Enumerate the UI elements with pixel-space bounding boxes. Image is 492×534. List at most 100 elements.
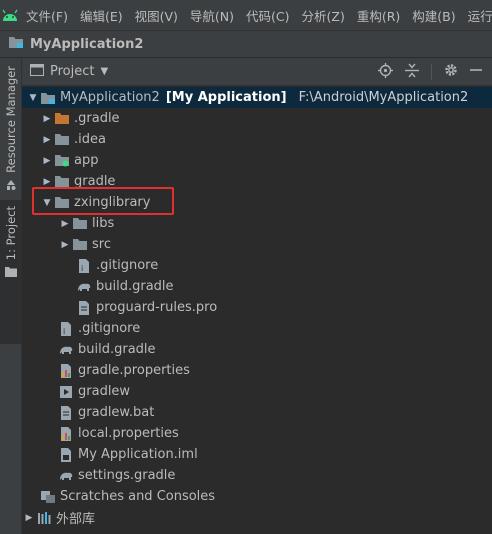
expand-arrow-icon[interactable]: ▼ <box>26 93 40 103</box>
folder-icon <box>72 216 88 232</box>
tree-item-label: 外部库 <box>56 512 96 527</box>
project-folder-icon <box>8 35 24 53</box>
tree-item-label: src <box>92 237 111 252</box>
project-panel: Project ▼ ▼ MyApplication2 [My Applicati… <box>22 58 492 534</box>
tree-item-label: gradlew.bat <box>78 405 155 420</box>
script-file-icon <box>58 384 74 400</box>
project-module-icon <box>40 90 56 106</box>
tree-item-label: gradle <box>74 174 116 189</box>
module-file-icon <box>58 447 74 463</box>
tree-row-gradlew[interactable]: gradlew <box>22 381 492 402</box>
properties-file-icon <box>58 363 74 379</box>
navigation-bar: MyApplication2 <box>0 30 492 58</box>
root-project-path: F:\Android\MyApplication2 <box>298 90 469 105</box>
menu-analyze[interactable]: 分析(Z) <box>296 6 351 25</box>
project-view-icon <box>30 63 44 80</box>
project-tab-label: 1: Project <box>4 206 18 261</box>
header-separator <box>431 64 432 80</box>
tree-item-label: My Application.iml <box>78 447 198 462</box>
svg-text:i: i <box>81 264 83 273</box>
tree-item-label: .gradle <box>74 111 120 126</box>
tree-row-libs[interactable]: ▶ libs <box>22 213 492 234</box>
minimize-icon[interactable] <box>470 63 482 81</box>
menu-navigate[interactable]: 导航(N) <box>184 6 240 25</box>
tree-row-iml[interactable]: My Application.iml <box>22 444 492 465</box>
tree-item-label: zxinglibrary <box>74 195 151 210</box>
tree-row-gradlew-bat[interactable]: gradlew.bat <box>22 402 492 423</box>
ignore-file-icon: i <box>58 321 74 337</box>
tree-item-label: gradlew <box>78 384 131 399</box>
tree-row-external-libraries[interactable]: ▶ 外部库 <box>22 507 492 528</box>
root-module-name: [My Application] <box>165 90 287 105</box>
tree-item-label: app <box>74 153 99 168</box>
app-module-folder-icon <box>54 153 70 169</box>
expand-arrow-icon[interactable]: ▼ <box>40 198 54 208</box>
menu-code[interactable]: 代码(C) <box>240 6 295 25</box>
tree-item-label: local.properties <box>78 426 179 441</box>
gradle-elephant-icon <box>58 342 74 358</box>
tree-item-label: Scratches and Consoles <box>60 489 216 504</box>
chevron-down-icon[interactable]: ▼ <box>100 66 108 77</box>
folder-icon <box>54 174 70 190</box>
tree-item-label: libs <box>92 216 115 231</box>
tree-item-label: .idea <box>74 132 106 147</box>
tree-row-gradle-cache[interactable]: ▶ .gradle <box>22 108 492 129</box>
tree-row-idea[interactable]: ▶ .idea <box>22 129 492 150</box>
ignore-file-icon: i <box>76 258 92 274</box>
locate-icon[interactable] <box>378 62 393 82</box>
tree-item-label: proguard-rules.pro <box>96 300 218 315</box>
project-tool-tab[interactable]: 1: Project <box>0 200 22 344</box>
resource-manager-icon <box>5 179 17 195</box>
android-logo-icon <box>0 0 20 30</box>
left-tool-strip: Resource Manager 1: Project <box>0 58 22 534</box>
expand-arrow-icon[interactable]: ▶ <box>40 156 54 166</box>
gear-icon[interactable] <box>444 63 458 81</box>
folder-icon <box>72 237 88 253</box>
menu-edit[interactable]: 编辑(E) <box>74 6 129 25</box>
orange-folder-icon <box>54 111 70 127</box>
menu-file[interactable]: 文件(F) <box>20 6 74 25</box>
tree-root-row[interactable]: ▼ MyApplication2 [My Application] F:\And… <box>22 87 492 108</box>
properties-file-icon <box>58 426 74 442</box>
tree-row-lib-build-gradle[interactable]: build.gradle <box>22 276 492 297</box>
expand-arrow-icon[interactable]: ▶ <box>22 513 36 523</box>
scratches-icon <box>40 489 56 505</box>
tree-item-label: build.gradle <box>78 342 156 357</box>
library-module-folder-icon <box>54 195 70 211</box>
expand-arrow-icon[interactable]: ▶ <box>40 114 54 124</box>
gradle-elephant-icon <box>58 468 74 484</box>
expand-arrow-icon[interactable]: ▶ <box>58 219 72 229</box>
tree-row-scratches[interactable]: Scratches and Consoles <box>22 486 492 507</box>
tree-row-gradle[interactable]: ▶ gradle <box>22 171 492 192</box>
tree-row-build-gradle[interactable]: build.gradle <box>22 339 492 360</box>
resource-manager-tab[interactable]: Resource Manager <box>0 66 22 195</box>
tree-row-gradle-properties[interactable]: gradle.properties <box>22 360 492 381</box>
tree-row-zxinglibrary[interactable]: ▼ zxinglibrary <box>22 192 492 213</box>
tree-row-proguard[interactable]: proguard-rules.pro <box>22 297 492 318</box>
expand-arrow-icon[interactable]: ▶ <box>40 135 54 145</box>
breadcrumb-project[interactable]: MyApplication2 <box>30 37 143 52</box>
project-panel-header: Project ▼ <box>22 58 492 86</box>
menu-run[interactable]: 运行(U) <box>462 6 492 25</box>
tree-item-label: .gitignore <box>96 258 159 273</box>
bat-file-icon <box>58 405 74 421</box>
folder-icon <box>54 132 70 148</box>
expand-arrow-icon[interactable]: ▶ <box>58 240 72 250</box>
expand-arrow-icon[interactable]: ▶ <box>40 177 54 187</box>
tree-row-src[interactable]: ▶ src <box>22 234 492 255</box>
tree-item-label: build.gradle <box>96 279 174 294</box>
gradle-elephant-icon <box>76 279 92 295</box>
collapse-all-icon[interactable] <box>405 63 419 82</box>
menu-bar: 文件(F) 编辑(E) 视图(V) 导航(N) 代码(C) 分析(Z) 重构(R… <box>0 0 492 30</box>
tree-item-label: gradle.properties <box>78 363 190 378</box>
tree-row-lib-gitignore[interactable]: i .gitignore <box>22 255 492 276</box>
project-view-selector[interactable]: Project <box>50 64 94 79</box>
tree-row-local-properties[interactable]: local.properties <box>22 423 492 444</box>
menu-view[interactable]: 视图(V) <box>129 6 184 25</box>
tree-row-app[interactable]: ▶ app <box>22 150 492 171</box>
tree-item-label: settings.gradle <box>78 468 176 483</box>
tree-row-settings-gradle[interactable]: settings.gradle <box>22 465 492 486</box>
menu-refactor[interactable]: 重构(R) <box>351 6 406 25</box>
menu-build[interactable]: 构建(B) <box>406 6 461 25</box>
tree-row-gitignore[interactable]: i .gitignore <box>22 318 492 339</box>
